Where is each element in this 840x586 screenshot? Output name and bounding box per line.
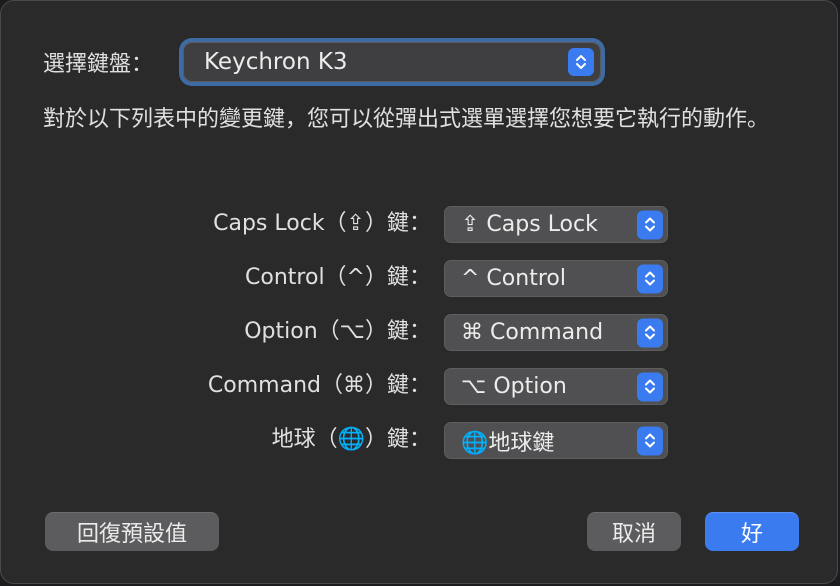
- keyboard-select-label: 選擇鍵盤：: [43, 52, 154, 77]
- modifier-row-option: Option（⌥）鍵： ⌘ Command: [1, 312, 840, 352]
- modifier-row-globe: 地球（🌐）鍵： 🌐地球鍵: [1, 420, 840, 460]
- option-label: Option（⌥）鍵：: [244, 319, 431, 344]
- chevron-up-down-icon: [637, 426, 663, 455]
- keyboard-popup-button[interactable]: Keychron K3: [183, 42, 601, 82]
- keyboard-popup-value: Keychron K3: [204, 49, 348, 75]
- modifier-row-control: Control（^）鍵： ^ Control: [1, 258, 840, 298]
- chevron-up-down-icon: [568, 48, 594, 76]
- ok-button[interactable]: 好: [705, 512, 799, 551]
- globe-label: 地球（🌐）鍵：: [271, 427, 431, 452]
- caps-lock-label: Caps Lock（⇪）鍵：: [213, 211, 431, 236]
- globe-popup-value: 🌐地球鍵: [461, 430, 555, 456]
- modifier-row-command: Command（⌘）鍵： ⌥ Option: [1, 366, 840, 406]
- command-label: Command（⌘）鍵：: [207, 373, 431, 398]
- chevron-up-down-icon: [637, 264, 663, 293]
- command-popup-value: ⌥ Option: [461, 374, 567, 399]
- command-popup-button[interactable]: ⌥ Option: [444, 368, 668, 405]
- modifier-keys-sheet: 選擇鍵盤： Keychron K3 對於以下列表中的變更鍵，您可以從彈出式選單選…: [0, 0, 838, 584]
- cancel-button[interactable]: 取消: [587, 512, 681, 551]
- control-popup-value: ^ Control: [461, 266, 566, 291]
- chevron-up-down-icon: [637, 210, 663, 239]
- keyboard-select-row: 選擇鍵盤： Keychron K3: [43, 39, 601, 85]
- chevron-up-down-icon: [637, 318, 663, 347]
- option-popup-button[interactable]: ⌘ Command: [444, 314, 668, 351]
- option-popup-value: ⌘ Command: [461, 320, 604, 345]
- caps-lock-popup-button[interactable]: ⇪ Caps Lock: [444, 206, 668, 243]
- instructions-text: 對於以下列表中的變更鍵，您可以從彈出式選單選擇您想要它執行的動作。: [43, 107, 770, 132]
- globe-popup-button[interactable]: 🌐地球鍵: [444, 422, 668, 459]
- control-label: Control（^）鍵：: [245, 265, 431, 290]
- caps-lock-popup-value: ⇪ Caps Lock: [461, 212, 598, 237]
- modifier-row-caps-lock: Caps Lock（⇪）鍵： ⇪ Caps Lock: [1, 204, 840, 244]
- chevron-up-down-icon: [637, 372, 663, 401]
- restore-defaults-button[interactable]: 回復預設值: [45, 512, 219, 551]
- control-popup-button[interactable]: ^ Control: [444, 260, 668, 297]
